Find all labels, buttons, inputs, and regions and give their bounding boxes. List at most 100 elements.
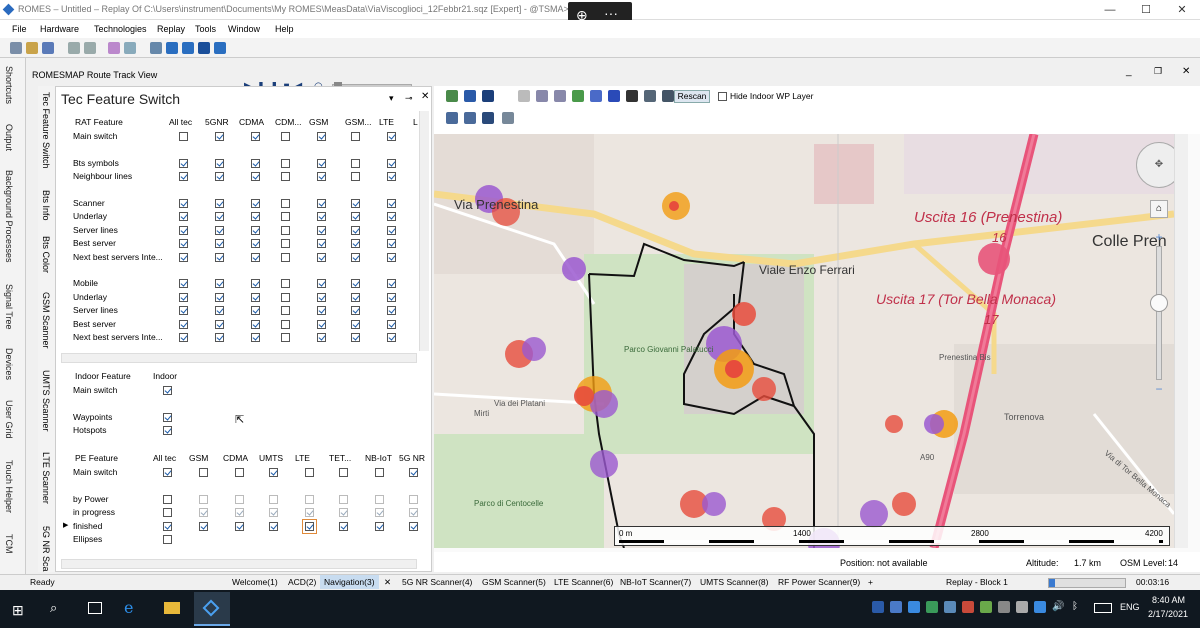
pe-checkbox[interactable]	[375, 468, 384, 477]
tab-gsm-scanner[interactable]: GSM Scanner(5)	[482, 577, 546, 587]
menu-window[interactable]: Window	[228, 24, 260, 34]
pe-checkbox[interactable]	[235, 494, 244, 504]
rescan-button[interactable]: Rescan	[674, 90, 710, 103]
tab-devices[interactable]: Devices	[4, 348, 14, 380]
tool-icon[interactable]	[84, 42, 96, 54]
pe-checkbox[interactable]	[305, 508, 314, 518]
clock-time[interactable]: 8:40 AM	[1152, 595, 1185, 605]
tray-icon[interactable]	[908, 601, 920, 613]
pe-checkbox[interactable]	[235, 508, 244, 518]
zoom-out-button[interactable]: −	[1150, 382, 1168, 396]
tool-icon[interactable]	[198, 42, 210, 54]
tool-icon[interactable]	[124, 42, 136, 54]
tool-icon[interactable]	[108, 42, 120, 54]
tray-icon[interactable]	[944, 601, 956, 613]
pe-checkbox[interactable]	[235, 521, 244, 531]
network-icon[interactable]	[1016, 601, 1028, 613]
tab-bts-color[interactable]: Bts Color	[41, 236, 51, 273]
pe-checkbox[interactable]	[409, 468, 418, 477]
map-tool-icon[interactable]	[608, 90, 620, 102]
save-icon[interactable]	[42, 42, 54, 54]
close-tab-icon[interactable]: ✕	[384, 577, 391, 588]
start-icon[interactable]: ⊞	[12, 602, 24, 619]
new-file-icon[interactable]	[10, 42, 22, 54]
tray-icon[interactable]	[926, 601, 938, 613]
tab-nb-iot-scanner[interactable]: NB-IoT Scanner(7)	[620, 577, 691, 587]
map-tool-icon[interactable]	[446, 112, 458, 124]
volume-icon[interactable]: 🔊	[1052, 601, 1064, 612]
tab-shortcuts[interactable]: Shortcuts	[4, 66, 14, 104]
pe-checkbox[interactable]	[375, 521, 384, 531]
tab-5g-nr-scanner[interactable]: 5G NR Sca	[41, 526, 51, 572]
rat-horizontal-scrollbar[interactable]	[61, 353, 417, 363]
open-folder-icon[interactable]	[26, 42, 38, 54]
map-tool-icon[interactable]	[446, 90, 458, 102]
input-language[interactable]: ENG	[1120, 602, 1140, 612]
hide-indoor-checkbox[interactable]	[718, 92, 727, 101]
pe-checkbox[interactable]	[269, 468, 278, 477]
tray-icon[interactable]	[998, 601, 1010, 613]
pe-checkbox[interactable]	[339, 468, 348, 477]
tab-tec-feature-switch[interactable]: Tec Feature Switch	[41, 92, 51, 169]
tab-5g-nr-scanner[interactable]: 5G NR Scanner(4)	[402, 577, 472, 587]
pe-checkbox[interactable]	[199, 494, 208, 504]
tab-acd[interactable]: ACD(2)	[288, 577, 316, 587]
pe-checkbox[interactable]	[269, 494, 278, 504]
map-tool-icon[interactable]	[482, 90, 494, 102]
map-canvas[interactable]: Via Prenestina Viale Enzo Ferrari Uscita…	[434, 134, 1174, 548]
tray-icon[interactable]	[1034, 601, 1046, 613]
pe-horizontal-scrollbar[interactable]	[61, 559, 417, 569]
file-explorer-icon[interactable]	[164, 602, 180, 614]
maximize-button[interactable]: ☐	[1128, 0, 1164, 20]
menu-tools[interactable]: Tools	[195, 24, 216, 34]
task-view-icon[interactable]	[88, 602, 102, 614]
tab-navigation[interactable]: Navigation(3)	[320, 575, 379, 589]
map-vertical-scrollbar[interactable]	[1174, 134, 1188, 548]
pe-checkbox[interactable]	[163, 535, 172, 544]
osm-map[interactable]: Via Prenestina Viale Enzo Ferrari Uscita…	[434, 134, 1174, 548]
pe-checkbox[interactable]	[305, 468, 314, 477]
tool-icon[interactable]	[68, 42, 80, 54]
pe-checkbox[interactable]	[409, 521, 418, 531]
magnifier-icon[interactable]	[502, 112, 514, 124]
map-tool-icon[interactable]	[464, 112, 476, 124]
pe-checkbox[interactable]	[163, 508, 172, 518]
pe-checkbox[interactable]	[199, 468, 208, 477]
pe-checkbox[interactable]	[339, 508, 348, 518]
pe-checkbox[interactable]	[375, 508, 384, 518]
minimize-button[interactable]: —	[1092, 0, 1128, 20]
tray-icon[interactable]	[980, 601, 992, 613]
pe-checkbox[interactable]	[305, 494, 314, 504]
menu-hardware[interactable]: Hardware	[40, 24, 79, 34]
map-tool-icon[interactable]	[554, 90, 566, 102]
view-minimize-button[interactable]: _	[1126, 66, 1132, 77]
tab-signal-tree[interactable]: Signal Tree	[4, 284, 14, 330]
tab-umts-scanner[interactable]: UMTS Scanner(8)	[700, 577, 769, 587]
romes-taskbar-button[interactable]	[194, 592, 230, 626]
bluetooth-icon[interactable]: ᛒ	[1072, 601, 1078, 612]
menu-help[interactable]: Help	[275, 24, 294, 34]
wrench-icon[interactable]	[590, 90, 602, 102]
tab-gsm-scanner[interactable]: GSM Scanner	[41, 292, 51, 349]
search-icon[interactable]: ⌕	[50, 600, 57, 616]
map-tool-icon[interactable]	[482, 112, 494, 124]
pe-checkbox[interactable]	[339, 494, 348, 504]
tray-icon[interactable]	[890, 601, 902, 613]
tool-icon[interactable]	[166, 42, 178, 54]
tab-rf-power-scanner[interactable]: RF Power Scanner(9)	[778, 577, 860, 587]
home-icon[interactable]: ⌂	[1150, 200, 1168, 218]
pe-checkbox[interactable]	[199, 521, 208, 531]
tab-welcome[interactable]: Welcome(1)	[232, 577, 278, 587]
add-tab-button[interactable]: +	[868, 577, 873, 587]
tab-background-processes[interactable]: Background Processes	[4, 170, 14, 263]
pe-checkbox[interactable]	[235, 468, 244, 477]
view-restore-button[interactable]: ❐	[1154, 66, 1162, 77]
lock-icon[interactable]	[626, 90, 638, 102]
tab-output[interactable]: Output	[4, 124, 14, 151]
pe-checkbox[interactable]	[199, 508, 208, 518]
pe-checkbox[interactable]	[269, 508, 278, 518]
pe-checkbox[interactable]	[163, 468, 172, 477]
tab-bts-info[interactable]: Bts Info	[41, 190, 51, 221]
more-icon[interactable]: ···	[604, 5, 618, 21]
clock-date[interactable]: 2/17/2021	[1148, 609, 1188, 619]
